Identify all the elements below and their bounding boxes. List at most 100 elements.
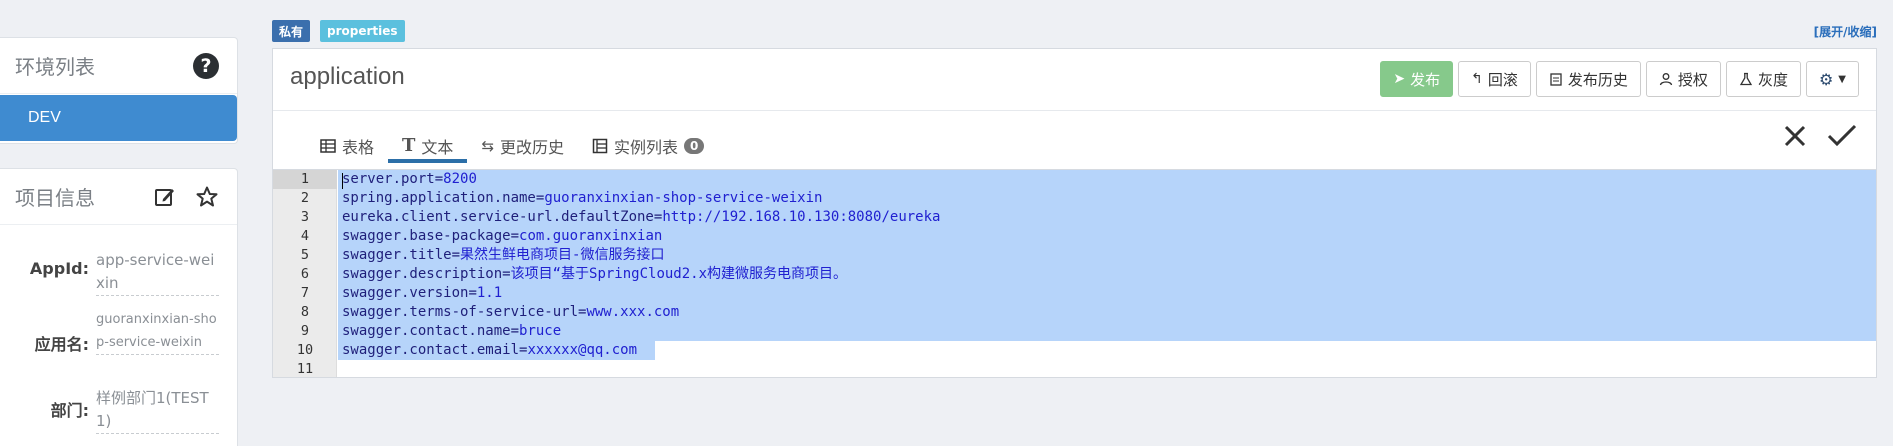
env-item-dev[interactable]: DEV <box>0 95 237 141</box>
property-key: swagger.contact.name <box>342 323 511 339</box>
info-label: 部门: <box>50 401 89 420</box>
tab-label: 更改历史 <box>500 137 565 157</box>
code-text: swagger.description=该项目“基于SpringCloud2.x… <box>342 266 848 282</box>
project-info-header: 项目信息 <box>0 169 237 225</box>
tab-instances[interactable]: 实例列表 0 <box>578 128 718 163</box>
namespace-actions: ➤ 发布 ↰ 回滚 发布历史 授权 灰度 ⚙ ▼ <box>1380 61 1859 97</box>
release-history-button[interactable]: 发布历史 <box>1535 61 1641 97</box>
property-key: server.port <box>342 171 435 187</box>
code-line: 4 swagger.base-package=com.guoranxinxian <box>273 227 1876 246</box>
line-number: 4 <box>300 228 310 244</box>
tab-table[interactable]: 表格 <box>306 128 388 163</box>
code-line: 1 server.port=8200 <box>273 170 1876 189</box>
gray-release-label: 灰度 <box>1757 70 1788 89</box>
property-key: swagger.base-package <box>342 228 511 244</box>
expand-collapse-link[interactable]: [展开/收缩] <box>1814 23 1877 40</box>
code-text: server.port=8200 <box>342 171 477 187</box>
user-icon <box>1659 73 1673 86</box>
edit-icon[interactable] <box>153 185 177 209</box>
property-value: 果然生鲜电商项目-微信服务接口 <box>460 247 665 263</box>
private-tag: 私有 <box>272 20 311 42</box>
info-value: 样例部门1(TEST1) <box>96 387 219 434</box>
property-value: guoranxinxian-shop-service-weixin <box>544 190 823 206</box>
code-line: 5 swagger.title=果然生鲜电商项目-微信服务接口 <box>273 246 1876 265</box>
authorize-button[interactable]: 授权 <box>1645 61 1721 97</box>
swap-icon: ⇆ <box>481 136 495 155</box>
code-line: 8 swagger.terms-of-service-url=www.xxx.co… <box>273 303 1876 322</box>
line-number: 3 <box>300 209 310 225</box>
line-number: 9 <box>300 323 310 339</box>
property-key: swagger.version <box>342 285 469 301</box>
caret-down-icon: ▼ <box>1838 73 1846 85</box>
env-list-header: 环境列表 ? <box>0 38 237 94</box>
property-key: swagger.title <box>342 247 452 263</box>
code-line: 2 spring.application.name=guoranxinxian-s… <box>273 189 1876 208</box>
code-line: 11 <box>273 360 1876 379</box>
code-line: 7 swagger.version=1.1 <box>273 284 1876 303</box>
code-text: swagger.contact.name=bruce <box>342 323 562 339</box>
clipboard-icon <box>1550 73 1562 86</box>
text-editor[interactable]: 1 server.port=8200 2 spring.application.nam… <box>273 169 1876 377</box>
line-number: 10 <box>296 342 314 358</box>
project-info-title: 项目信息 <box>15 186 95 210</box>
format-tag: properties <box>320 20 405 42</box>
code-line: 9 swagger.contact.name=bruce <box>273 322 1876 341</box>
undo-icon: ↰ <box>1471 71 1483 87</box>
info-value: app-service-weixin <box>96 249 219 296</box>
instance-count-badge: 0 <box>684 137 705 154</box>
code-text: swagger.version=1.1 <box>342 285 503 301</box>
list-icon <box>592 138 608 153</box>
namespace-panel: application ➤ 发布 ↰ 回滚 发布历史 授权 灰度 ⚙ ▼ 表格 … <box>272 48 1877 378</box>
tab-text[interactable]: T 文本 <box>388 128 468 163</box>
publish-label: 发布 <box>1410 70 1441 89</box>
tab-label: 实例列表 <box>614 137 679 157</box>
flask-icon <box>1739 72 1753 86</box>
cancel-edit-icon[interactable] <box>1782 123 1808 149</box>
star-icon[interactable] <box>195 185 219 209</box>
code-text: spring.application.name=guoranxinxian-sh… <box>342 190 823 206</box>
code-line: 10 swagger.contact.email=xxxxxx@qq.com <box>273 341 1876 360</box>
authorize-label: 授权 <box>1677 70 1708 89</box>
code-line: 6 swagger.description=该项目“基于SpringCloud2.… <box>273 265 1876 284</box>
info-label: 应用名: <box>34 335 89 354</box>
property-key: swagger.terms-of-service-url <box>342 304 579 320</box>
info-label: AppId: <box>29 259 89 278</box>
property-key: eureka.client.service-url.defaultZone <box>342 209 654 225</box>
line-number: 6 <box>300 266 310 282</box>
line-number: 5 <box>300 247 310 263</box>
property-value: bruce <box>519 323 562 339</box>
property-value: com.guoranxinxian <box>519 228 663 244</box>
tab-label: 表格 <box>342 137 375 157</box>
line-number: 2 <box>300 190 310 206</box>
send-icon: ➤ <box>1393 71 1406 87</box>
line-number: 1 <box>273 170 337 189</box>
property-value: http://192.168.10.130:8080/eureka <box>662 209 941 225</box>
tab-change-history[interactable]: ⇆ 更改历史 <box>467 128 578 163</box>
settings-dropdown-button[interactable]: ⚙ ▼ <box>1805 61 1859 97</box>
publish-button[interactable]: ➤ 发布 <box>1380 61 1454 97</box>
help-icon[interactable]: ? <box>193 52 219 79</box>
code-text: swagger.contact.email=xxxxxx@qq.com <box>342 342 638 358</box>
table-icon <box>320 138 336 153</box>
info-value: guoranxinxian-shop-service-weixin <box>96 308 219 355</box>
namespace-header: application ➤ 发布 ↰ 回滚 发布历史 授权 灰度 ⚙ ▼ <box>273 49 1876 111</box>
text-icon: T <box>402 135 416 156</box>
property-key: swagger.contact.email <box>342 342 520 358</box>
property-value: xxxxxx@qq.com <box>527 342 638 358</box>
property-value: 1.1 <box>476 285 503 301</box>
text-cursor <box>342 173 343 189</box>
gray-release-button[interactable]: 灰度 <box>1725 61 1801 97</box>
gear-icon: ⚙ <box>1818 69 1834 89</box>
tab-label: 文本 <box>421 137 454 157</box>
project-info-panel: 项目信息 AppId: app-service-weixin 应用名: guor… <box>0 168 238 446</box>
namespace-title: application <box>290 63 405 90</box>
property-value: 8200 <box>443 171 477 187</box>
code-line: 3 eureka.client.service-url.defaultZone=h… <box>273 208 1876 227</box>
line-number: 7 <box>300 285 310 301</box>
line-number: 11 <box>296 361 314 377</box>
rollback-button[interactable]: ↰ 回滚 <box>1458 61 1531 97</box>
rollback-label: 回滚 <box>1487 70 1518 89</box>
confirm-edit-icon[interactable] <box>1826 123 1858 149</box>
release-history-label: 发布历史 <box>1567 70 1628 89</box>
